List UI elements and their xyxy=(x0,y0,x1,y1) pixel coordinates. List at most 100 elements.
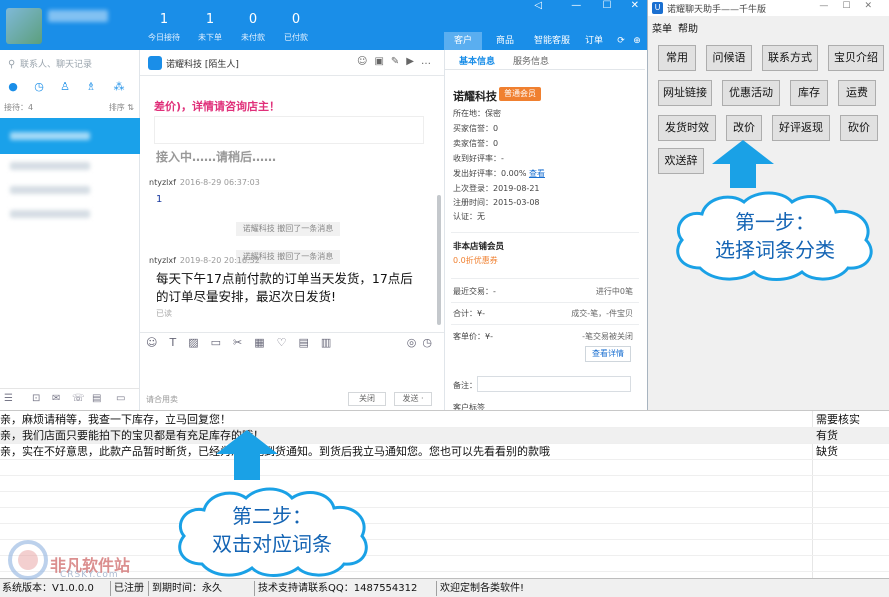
refresh-icon[interactable]: ⟳ xyxy=(614,32,628,50)
emoji-icon[interactable]: ☺ xyxy=(357,56,374,67)
category-button-promotion[interactable]: 优惠活动 xyxy=(722,80,780,106)
trade-row: 合计：¥- 成交-笔，-件宝贝 xyxy=(453,309,633,318)
member-status: 非本店铺会员 xyxy=(453,242,505,252)
tab-customer[interactable]: 客户 xyxy=(444,32,482,50)
category-button-stock[interactable]: 库存 xyxy=(790,80,828,106)
welcome-label: 欢迎定制各类软件! xyxy=(440,583,525,594)
send-button[interactable]: 发送 · xyxy=(394,392,432,406)
close-icon[interactable]: ✕ xyxy=(631,0,639,11)
grid-icon[interactable]: ▦ xyxy=(254,336,276,349)
stat-label: 未下单 xyxy=(198,33,222,42)
step1-line2: 选择词条分类 xyxy=(715,238,835,262)
category-button-farewell[interactable]: 欢送辞 xyxy=(658,148,704,174)
clock-icon[interactable]: ◷ xyxy=(32,80,46,94)
category-button-product-intro[interactable]: 宝贝介绍 xyxy=(828,45,884,71)
list-item[interactable] xyxy=(0,178,140,202)
phrase-row-empty[interactable] xyxy=(0,508,889,524)
qn-top-bar: 1 今日接待 1 未下单 0 未付款 0 已付款 ◁ — ☐ ✕ 客户 商品 智… xyxy=(0,0,647,50)
close-button[interactable]: 关闭 xyxy=(348,392,386,406)
window-controls[interactable]: ◁ — ☐ ✕ xyxy=(534,0,639,11)
stat-paid[interactable]: 0 已付款 xyxy=(273,12,319,43)
minimize-icon[interactable]: — xyxy=(571,0,581,11)
phrase-row-empty[interactable] xyxy=(0,476,889,492)
inbox-icon[interactable]: ⊡ xyxy=(32,393,40,404)
tab-goods[interactable]: 商品 xyxy=(490,32,520,50)
more-icon[interactable]: … xyxy=(421,56,438,67)
info-row: 买家信誉：0 xyxy=(453,124,499,133)
image-icon[interactable]: ▨ xyxy=(188,336,210,349)
phrase-row-empty[interactable] xyxy=(0,492,889,508)
heart-icon[interactable]: ♡ xyxy=(277,336,299,349)
stat-label: 今日接待 xyxy=(148,33,180,42)
note-input[interactable] xyxy=(477,376,631,392)
input-toolbar: ☺T▨▭✂▦♡▤▥ ◎◷ xyxy=(140,332,444,350)
cut-icon[interactable]: ✂ xyxy=(233,336,254,349)
window-icon[interactable]: ▭ xyxy=(116,393,125,404)
tab-orders[interactable]: 订单 xyxy=(582,32,606,50)
shop-logo-icon xyxy=(148,56,162,70)
tab-basic-info[interactable]: 基本信息 xyxy=(459,54,495,67)
phrase-row[interactable]: 亲，我们店面只要能拍下的宝贝都是有充足库存的哦！ 有货 xyxy=(0,428,889,444)
team-icon[interactable]: ⁂ xyxy=(112,80,126,94)
menu-item-menu[interactable]: 菜单 xyxy=(652,20,672,35)
customer-info-panel: 基本信息 服务信息 诺耀科技 普通会员 所在地：保密 买家信誉：0 卖家信誉：0… xyxy=(444,50,647,412)
add-icon[interactable]: ⊕ xyxy=(630,32,644,50)
list-item[interactable] xyxy=(0,118,140,154)
tab-smart-service[interactable]: 智能客服 xyxy=(530,32,574,50)
minimize-icon[interactable]: — xyxy=(819,1,842,11)
category-button-delivery-time[interactable]: 发货时效 xyxy=(658,115,716,141)
tab-service-info[interactable]: 服务信息 xyxy=(513,54,549,67)
group-icon[interactable]: ♗ xyxy=(84,80,98,94)
menu-icon[interactable]: ☰ xyxy=(4,393,13,404)
speaker-icon[interactable]: ◁ xyxy=(534,0,542,11)
phrase-row[interactable]: 亲，实在不好意思，此款产品暂时断货，已经为您登记到货通知。到货后我立马通知您。您… xyxy=(0,444,889,460)
search-input[interactable]: 联系人、聊天记录 xyxy=(6,56,134,74)
contacts-icon[interactable]: ♙ xyxy=(58,80,72,94)
edit-icon[interactable]: ✎ xyxy=(391,56,406,67)
mail-icon[interactable]: ✉ xyxy=(52,393,60,404)
step1-line1: 第一步： xyxy=(735,210,815,234)
chat-bubble-icon[interactable]: ◎ xyxy=(407,336,423,349)
window-controls[interactable]: —☐✕ xyxy=(819,1,886,11)
chat-icon[interactable]: ● xyxy=(6,80,20,94)
view-detail-button[interactable]: 查看详情 xyxy=(585,346,631,362)
stat-unpaid[interactable]: 0 未付款 xyxy=(230,12,276,43)
category-button-common[interactable]: 常用 xyxy=(658,45,696,71)
chat-scrollbar[interactable] xyxy=(437,195,441,325)
category-button-contact[interactable]: 联系方式 xyxy=(762,45,818,71)
phone-icon[interactable]: ☏ xyxy=(72,393,85,404)
view-link[interactable]: 查看 xyxy=(529,169,545,178)
footer-hint[interactable]: 请合用卖 xyxy=(146,394,178,405)
chat-header-tools[interactable]: ☺▣✎▶… xyxy=(357,56,438,67)
phrase-row-empty[interactable] xyxy=(0,460,889,476)
image-icon[interactable]: ▣ xyxy=(374,56,390,67)
stat-today-served[interactable]: 1 今日接待 xyxy=(141,12,187,43)
menu-item-help[interactable]: 帮助 xyxy=(678,20,698,35)
doc-icon[interactable]: ▥ xyxy=(321,336,343,349)
close-icon[interactable]: ✕ xyxy=(864,1,886,11)
phrase-row[interactable]: 亲，麻烦请稍等，我查一下库存，立马回复您！ 需要核实 xyxy=(0,412,889,428)
divider xyxy=(436,581,437,596)
info-row: 卖家信誉：0 xyxy=(453,139,499,148)
avatar[interactable] xyxy=(6,8,42,44)
category-button-review-cashback[interactable]: 好评返现 xyxy=(772,115,830,141)
sort-button[interactable]: 排序 ⇅ xyxy=(109,102,134,113)
maximize-icon[interactable]: ☐ xyxy=(602,0,611,11)
video-icon[interactable]: ▶ xyxy=(406,56,421,67)
font-icon[interactable]: T xyxy=(169,336,188,349)
category-button-price-change[interactable]: 改价 xyxy=(726,115,762,141)
emoji-icon[interactable]: ☺ xyxy=(146,336,169,349)
category-button-links[interactable]: 网址链接 xyxy=(658,80,712,106)
folder-icon[interactable]: ▭ xyxy=(211,336,233,349)
stat-no-order[interactable]: 1 未下单 xyxy=(187,12,233,43)
category-button-shipping-fee[interactable]: 运费 xyxy=(838,80,876,106)
category-button-greeting[interactable]: 问候语 xyxy=(706,45,752,71)
list-item[interactable] xyxy=(0,202,140,226)
maximize-icon[interactable]: ☐ xyxy=(842,1,864,11)
category-button-bargain[interactable]: 砍价 xyxy=(840,115,878,141)
stat-value: 1 xyxy=(159,12,169,27)
history-icon[interactable]: ◷ xyxy=(422,336,438,349)
calc-icon[interactable]: ▤ xyxy=(299,336,321,349)
list-item[interactable] xyxy=(0,154,140,178)
files-icon[interactable]: ▤ xyxy=(92,393,101,404)
